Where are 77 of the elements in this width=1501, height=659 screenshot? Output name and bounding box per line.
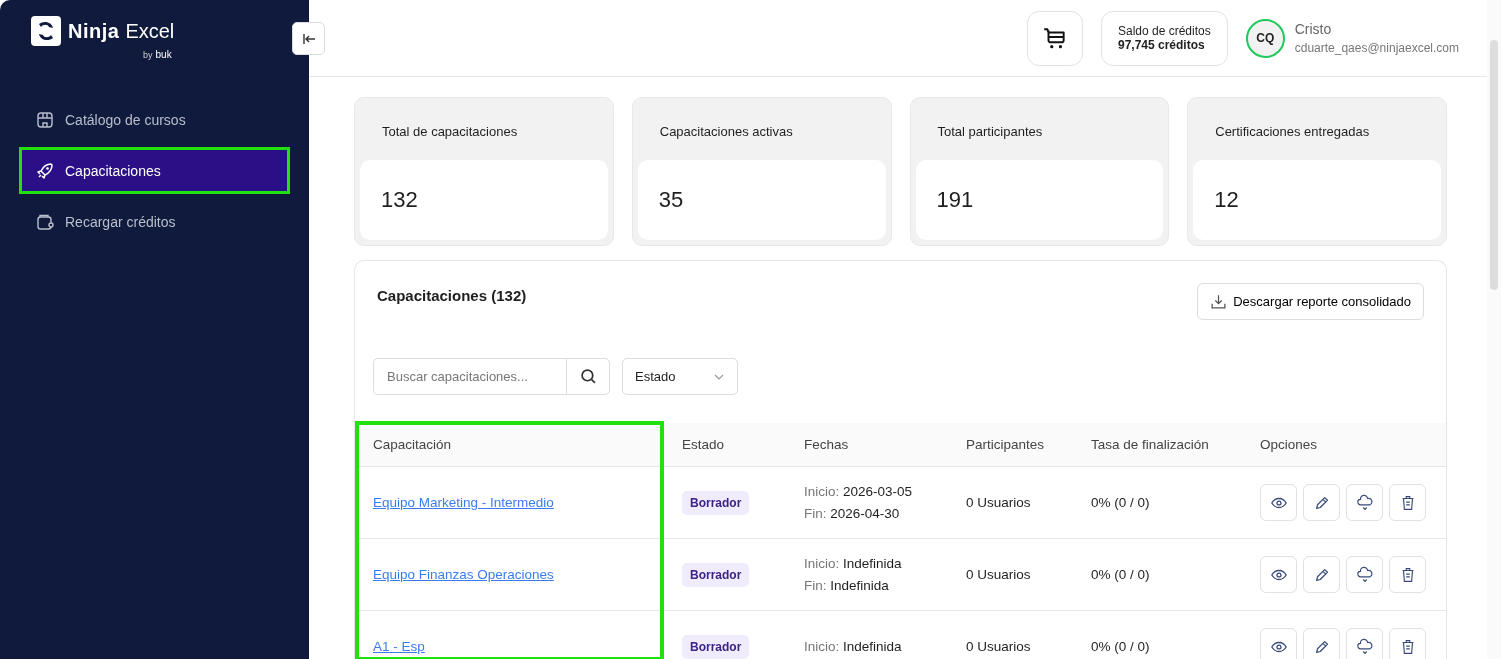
logo-icon (30, 15, 62, 47)
download-button[interactable] (1346, 556, 1383, 593)
brand-name-suffix: Excel (125, 19, 175, 43)
cloud-download-icon (1355, 637, 1374, 656)
download-report-button[interactable]: Descargar reporte consolidado (1197, 283, 1424, 320)
start-date-label: Inicio: (804, 638, 840, 654)
edit-button[interactable] (1303, 628, 1340, 659)
delete-button[interactable] (1389, 556, 1426, 593)
user-name: Cristo (1294, 21, 1333, 37)
user-avatar[interactable]: CQ (1245, 18, 1285, 58)
credits-value: 97,745 créditos (1118, 38, 1206, 52)
view-button[interactable] (1260, 556, 1297, 593)
start-date: 2026-03-05 (843, 483, 913, 499)
cloud-download-icon (1355, 493, 1374, 512)
status-badge: Borrador (682, 563, 750, 587)
storefront-icon (35, 109, 55, 130)
training-link[interactable]: Equipo Marketing - Intermedio (373, 495, 554, 510)
start-date: Indefinida (843, 638, 902, 654)
completion-rate: 0% (0 / 0) (1091, 639, 1150, 654)
column-header: Fechas (786, 423, 948, 467)
scrollbar[interactable] (1487, 0, 1501, 659)
view-button[interactable] (1260, 628, 1297, 659)
cart-icon (1042, 25, 1068, 51)
stat-label: Total participantes (936, 124, 1044, 139)
cart-button[interactable] (1027, 10, 1083, 66)
training-link[interactable]: Equipo Finanzas Operaciones (373, 567, 554, 582)
status-badge: Borrador (682, 635, 750, 659)
stat-label: Certificaciones entregadas (1214, 124, 1371, 139)
start-date-label: Inicio: (804, 555, 840, 571)
stat-value: 191 (936, 187, 974, 213)
training-link[interactable]: A1 - Esp (373, 639, 425, 654)
sidebar-item[interactable]: Recargar créditos (19, 198, 290, 245)
panel-title: Capacitaciones (132) (377, 287, 527, 304)
byline: by (143, 49, 153, 60)
column-header: Participantes (948, 423, 1073, 467)
view-button[interactable] (1260, 484, 1297, 521)
user-email: cduarte_qaes@ninjaexcel.com (1294, 41, 1459, 55)
status-badge: Borrador (682, 491, 750, 515)
brand-name: Ninja (68, 19, 120, 43)
stat-value: 12 (1214, 187, 1239, 213)
search-icon (579, 368, 597, 385)
cloud-download-icon (1355, 565, 1374, 584)
stat-label: Capacitaciones activas (658, 124, 794, 139)
end-date-label: Fin: (804, 505, 827, 521)
end-date-label: Fin: (804, 577, 827, 593)
start-date: Indefinida (843, 555, 902, 571)
download-button[interactable] (1346, 484, 1383, 521)
download-icon (1210, 293, 1228, 310)
edit-button[interactable] (1303, 556, 1340, 593)
delete-button[interactable] (1389, 628, 1426, 659)
collapse-sidebar-button[interactable] (292, 22, 325, 55)
participants-count: 0 Usuarios (966, 495, 1031, 510)
sidebar-item[interactable]: Capacitaciones (19, 147, 290, 194)
completion-rate: 0% (0 / 0) (1091, 495, 1150, 510)
column-header: Opciones (1242, 423, 1446, 467)
sub-brand: buk (155, 49, 172, 60)
rocket-icon (35, 160, 55, 181)
status-dropdown[interactable]: Estado (622, 358, 738, 395)
end-date: 2026-04-30 (830, 505, 900, 521)
column-header: Capacitación (355, 423, 664, 467)
edit-button[interactable] (1303, 484, 1340, 521)
completion-rate: 0% (0 / 0) (1091, 567, 1150, 582)
column-header: Estado (664, 423, 786, 467)
delete-button[interactable] (1389, 484, 1426, 521)
credits-label: Saldo de créditos (1118, 24, 1211, 38)
stat-value: 132 (381, 187, 418, 213)
end-date: Indefinida (830, 577, 889, 593)
download-button[interactable] (1346, 628, 1383, 659)
stat-value: 35 (658, 187, 684, 213)
sidebar-item[interactable]: Catálogo de cursos (19, 96, 290, 143)
column-header: Tasa de finalización (1073, 423, 1242, 467)
start-date-label: Inicio: (804, 483, 840, 499)
stat-label: Total de capacitaciones (381, 124, 519, 139)
search-field[interactable]: Buscar capacitaciones... (373, 358, 566, 395)
participants-count: 0 Usuarios (966, 567, 1031, 582)
participants-count: 0 Usuarios (966, 639, 1031, 654)
search-button[interactable] (566, 358, 610, 395)
